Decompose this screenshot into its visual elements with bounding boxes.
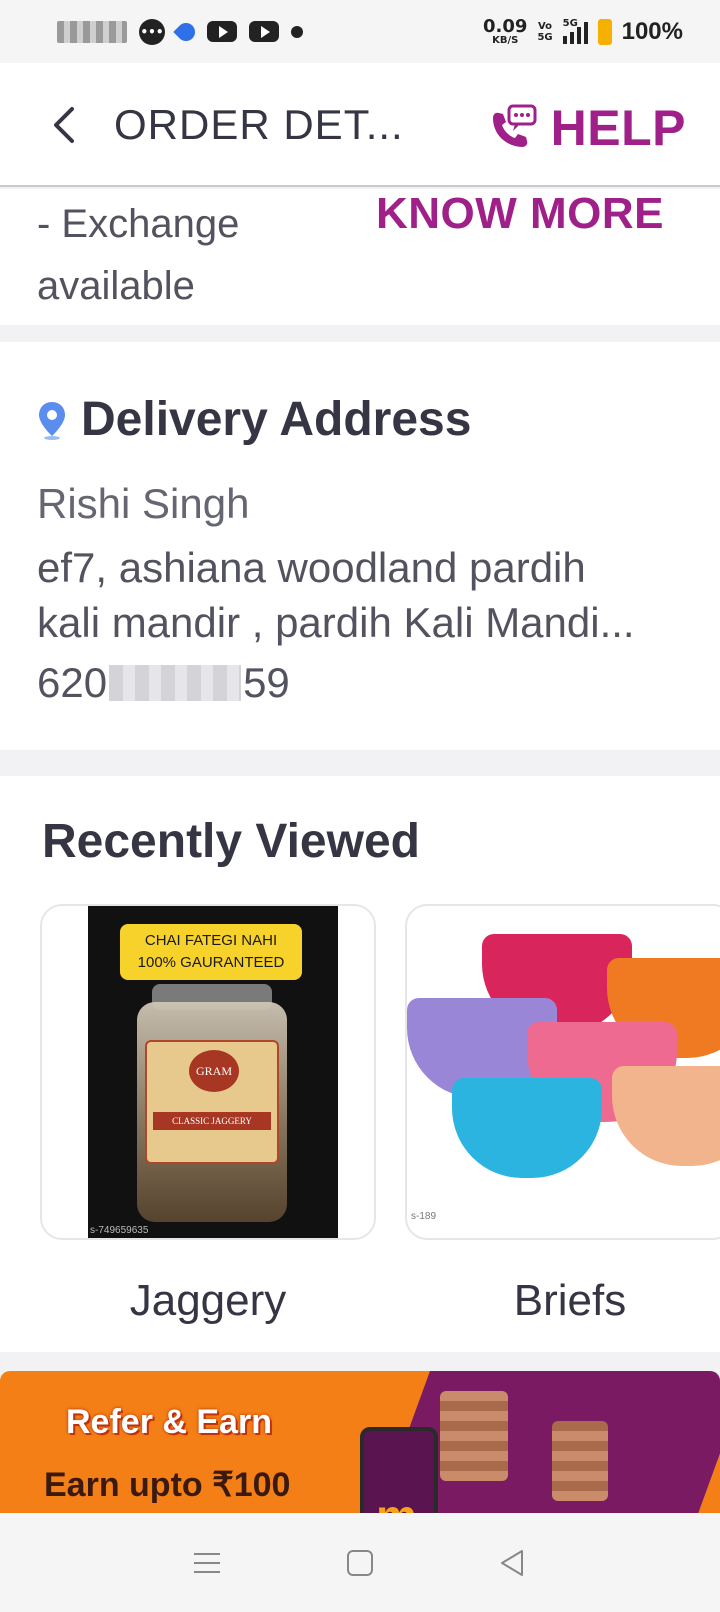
status-bar: ••• 0.09 KB/S Vo 5G 5G 100% [0,0,720,63]
product-badge: CHAI FATEGI NAHI 100% GAURANTEED [120,924,302,980]
product-name-briefs[interactable]: Briefs [405,1276,720,1326]
exchange-info-card: - Exchange available KNOW MORE [0,189,720,325]
battery-icon [597,18,612,45]
blurred-carrier [57,20,127,43]
product-name-jaggery[interactable]: Jaggery [40,1276,376,1326]
recently-viewed-title: Recently Viewed [42,815,420,868]
back-icon[interactable] [496,1546,530,1580]
refer-subtitle: Earn upto ₹100 [44,1466,291,1504]
refer-earn-banner[interactable]: Refer & Earn Earn upto ₹100 m [0,1371,720,1513]
home-icon[interactable] [343,1546,377,1580]
product-sku: s-749659635 [90,1225,149,1236]
recipient-name: Rishi Singh [37,480,250,527]
address-line-2: kali mandir , pardih Kali Mandi... [37,599,635,646]
phone-redacted [109,665,242,701]
menu-icon[interactable] [190,1546,224,1580]
delivery-address-title: Delivery Address [81,393,472,446]
product-card-jaggery[interactable]: CHAI FATEGI NAHI 100% GAURANTEED GRAM CL… [40,904,376,1240]
product-sku: s-189 [411,1211,437,1222]
address-line-1: ef7, ashiana woodland pardih [37,544,586,591]
person-image-blurred [440,1391,508,1481]
signal-icon: 5G [562,18,588,44]
phone-chat-icon [492,104,537,147]
chat-notification-icon: ••• [139,18,165,45]
help-label: HELP [550,100,686,156]
location-notification-icon [173,18,199,45]
location-pin-icon [39,401,65,440]
know-more-link[interactable]: KNOW MORE [376,189,664,239]
battery-percent: 100% [621,17,683,45]
recently-viewed-section: Recently Viewed CHAI FATEGI NAHI 100% GA… [0,776,720,1352]
system-nav-bar [0,1513,720,1612]
phone-number: 620 59 [37,659,290,707]
phone-prefix: 620 [37,659,108,706]
delivery-address-card: Delivery Address Rishi Singh ef7, ashian… [0,342,720,750]
phone-illustration: m [360,1427,438,1513]
exchange-text: - Exchange available [37,202,240,308]
youtube-notification-icon [207,21,237,42]
person-image-blurred-2 [552,1421,608,1501]
more-notifications-dot [291,25,303,38]
help-button[interactable]: HELP [487,99,686,157]
jar-label: GRAM CLASSIC JAGGERY [145,1040,279,1164]
volte-indicator: Vo 5G [537,20,553,43]
page-title: ORDER DET... [114,101,404,148]
refer-title: Refer & Earn [66,1403,272,1441]
network-speed: 0.09 KB/S [483,15,528,46]
phone-suffix: 59 [243,659,290,706]
app-header: ORDER DET... HELP [0,63,720,187]
back-arrow-icon[interactable] [48,105,82,145]
product-card-briefs[interactable]: s-189 [405,904,720,1240]
youtube-notification-icon-2 [249,21,279,42]
